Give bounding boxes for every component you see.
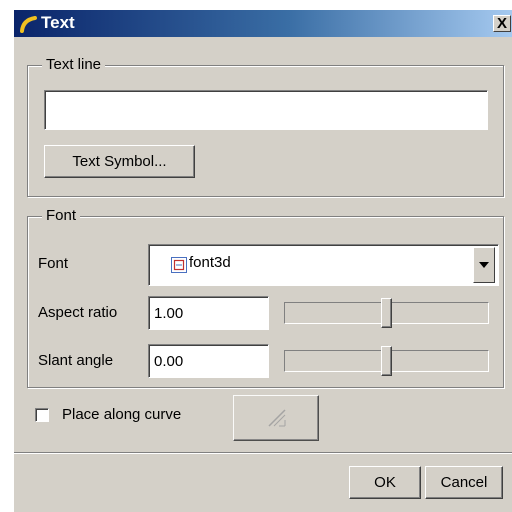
aspect-ratio-slider-thumb[interactable] [381,298,392,328]
pick-curve-button[interactable] [233,395,319,441]
close-icon: X [496,15,507,32]
footer-separator [14,452,512,454]
aspect-ratio-label: Aspect ratio [38,304,118,321]
place-along-curve-checkbox[interactable] [35,408,49,422]
text-symbol-button[interactable]: Text Symbol... [44,145,195,178]
font-label: Font [38,255,69,272]
text-symbol-button-label: Text Symbol... [72,153,167,170]
close-button[interactable]: X [493,15,511,32]
text-dialog: Text X Text line Text Symbol... Font Fon… [13,9,512,512]
cancel-button-label: Cancel [440,474,488,491]
aspect-ratio-field[interactable] [148,296,269,330]
aspect-ratio-slider[interactable] [284,298,489,328]
slant-angle-input[interactable] [149,345,268,377]
text-line-input[interactable] [45,91,487,129]
slant-angle-slider[interactable] [284,346,489,376]
font-dropdown-button[interactable] [473,247,495,283]
slant-angle-slider-thumb[interactable] [381,346,392,376]
window-title: Text [41,13,75,32]
text-line-field[interactable] [44,90,488,130]
font-value: font3d [189,254,231,271]
font-legend: Font [42,207,81,224]
title-bar[interactable]: Text X [14,10,512,37]
font-group: Font Font font3d Aspect ratio Slant angl… [27,207,504,388]
aspect-ratio-input[interactable] [149,297,268,329]
text-line-legend: Text line [42,56,106,73]
place-along-curve-label[interactable]: Place along curve [62,406,181,423]
curve-icon [20,16,37,33]
text-line-group: Text line Text Symbol... [27,56,504,197]
font-symbol-icon [171,257,187,273]
pick-curve-icon [268,409,286,427]
font-dropdown[interactable]: font3d [148,244,499,286]
chevron-down-icon [479,262,489,268]
slant-angle-label: Slant angle [38,352,114,369]
ok-button[interactable]: OK [349,466,421,499]
cancel-button[interactable]: Cancel [425,466,503,499]
ok-button-label: OK [374,474,396,491]
slant-angle-field[interactable] [148,344,269,378]
